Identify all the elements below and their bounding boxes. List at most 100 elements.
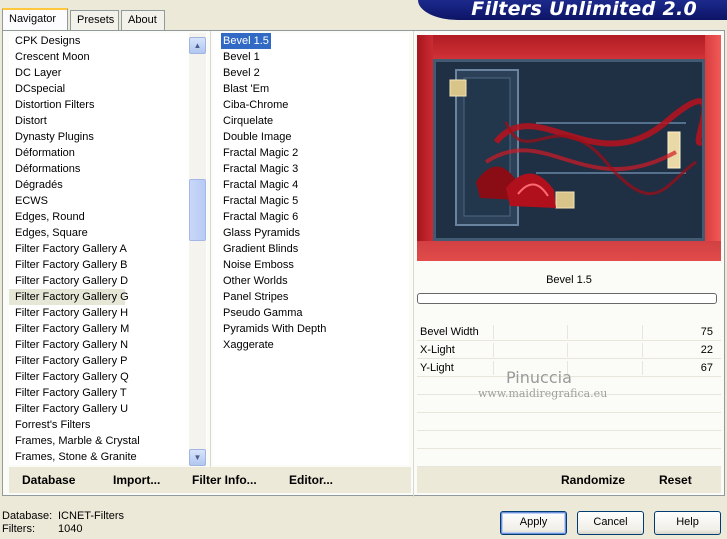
tab-about[interactable]: About [121,10,165,30]
scroll-thumb[interactable] [189,179,206,241]
category-item[interactable]: Edges, Square [9,225,207,241]
category-item[interactable]: Filter Factory Gallery H [9,305,207,321]
category-item[interactable]: DCspecial [9,81,207,97]
filter-item[interactable]: Pseudo Gamma [221,305,302,321]
category-item[interactable]: Filter Factory Gallery U [9,401,207,417]
param-label: Y-Light [420,362,454,374]
progress-bar [417,293,717,304]
settings-actions-bar: Randomize Reset [417,467,721,493]
tab-label: Presets [77,14,115,26]
category-scrollbar[interactable]: ▲ ▼ [189,33,206,466]
category-item[interactable]: Filter Factory Gallery A [9,241,207,257]
category-item[interactable]: Dégradés [9,177,207,193]
slider-tick [642,361,643,375]
category-item[interactable]: Filter Factory Gallery G [9,289,129,305]
category-item[interactable]: Filter Factory Gallery P [9,353,207,369]
category-list[interactable]: CPK Designs Crescent Moon DC Layer DCspecia… [9,33,207,465]
category-item[interactable]: Frames, Stone & Granite [9,449,207,465]
filter-item[interactable]: Fractal Magic 2 [221,145,298,161]
filter-item[interactable]: Fractal Magic 4 [221,177,298,193]
category-item[interactable]: Déformation [9,145,207,161]
category-item[interactable]: Filter Factory Gallery D [9,273,207,289]
database-value: ICNET-Filters [58,510,124,522]
param-label: Bevel Width [420,326,479,338]
tab-presets[interactable]: Presets [70,10,119,30]
filter-item[interactable]: Cirquelate [221,113,273,129]
chevron-up-icon[interactable]: ▲ [189,37,206,54]
param-row-bevel-width[interactable]: Bevel Width 75 [417,323,721,341]
param-row-empty [417,449,721,467]
filter-item[interactable]: Fractal Magic 3 [221,161,298,177]
filter-item[interactable]: Noise Emboss [221,257,294,273]
watermark-name: Pinuccia [506,368,572,387]
category-item[interactable]: Frames, Marble & Crystal [9,433,207,449]
param-row-empty [417,431,721,449]
editor-button[interactable]: Editor... [289,473,333,487]
filter-item[interactable]: Xaggerate [221,337,274,353]
filter-item[interactable]: Pyramids With Depth [221,321,326,337]
param-label: X-Light [420,344,455,356]
category-item[interactable]: Filter Factory Gallery N [9,337,207,353]
reset-button[interactable]: Reset [659,473,692,487]
slider-tick [493,361,494,375]
filter-item[interactable]: Glass Pyramids [221,225,300,241]
filter-item[interactable]: Double Image [221,129,292,145]
list-actions-bar: Database Import... Filter Info... Editor… [9,467,411,493]
preview-art-svg [436,62,708,238]
filters-count-label: Filters: [2,523,35,535]
filter-item[interactable]: Other Worlds [221,273,288,289]
apply-button[interactable]: Apply [500,511,567,535]
category-item[interactable]: Crescent Moon [9,49,207,65]
filter-item[interactable]: Bevel 2 [221,65,260,81]
category-item[interactable]: Filter Factory Gallery M [9,321,207,337]
category-item[interactable]: Edges, Round [9,209,207,225]
tab-label: About [128,14,157,26]
category-item[interactable]: Distort [9,113,207,129]
category-item[interactable]: DC Layer [9,65,207,81]
preview-frame [417,241,721,261]
filter-item[interactable]: Fractal Magic 6 [221,209,298,225]
param-row-empty [417,413,721,431]
category-item[interactable]: Déformations [9,161,207,177]
filters-count-value: 1040 [58,523,83,535]
category-item[interactable]: Forrest's Filters [9,417,207,433]
filter-item[interactable]: Blast 'Em [221,81,269,97]
category-item[interactable]: Distortion Filters [9,97,207,113]
slider-tick [642,343,643,357]
database-button[interactable]: Database [22,473,75,487]
import-button[interactable]: Import... [113,473,160,487]
category-item[interactable]: Filter Factory Gallery T [9,385,207,401]
tab-navigator[interactable]: Navigator [2,8,68,30]
app-title: Filters Unlimited 2.0 [471,0,697,20]
param-row-x-light[interactable]: X-Light 22 [417,341,721,359]
tab-label: Navigator [9,13,57,25]
filter-item[interactable]: Ciba-Chrome [221,97,288,113]
preview-image [417,35,721,261]
category-item[interactable]: Dynasty Plugins [9,129,207,145]
filter-list[interactable]: Bevel 1.5 Bevel 1 Bevel 2 Blast 'Em Ciba-Chr… [213,33,409,465]
param-value: 75 [700,326,713,338]
slider-tick [493,325,494,339]
main-panel: CPK Designs Crescent Moon DC Layer DCspecia… [2,30,725,497]
filter-item[interactable]: Gradient Blinds [221,241,298,257]
category-item[interactable]: Filter Factory Gallery B [9,257,207,273]
randomize-button[interactable]: Randomize [561,473,625,487]
filter-info-button[interactable]: Filter Info... [192,473,257,487]
help-button[interactable]: Help [654,511,721,535]
preview-artwork [433,59,708,241]
category-item[interactable]: Filter Factory Gallery Q [9,369,207,385]
category-item[interactable]: CPK Designs [9,33,207,49]
filter-item[interactable]: Fractal Magic 5 [221,193,298,209]
filter-item[interactable]: Panel Stripes [221,289,288,305]
app-banner: Filters Unlimited 2.0 [418,0,727,20]
slider-tick [493,343,494,357]
category-item[interactable]: ECWS [9,193,207,209]
chevron-down-icon[interactable]: ▼ [189,449,206,466]
cancel-button[interactable]: Cancel [577,511,644,535]
filter-item[interactable]: Bevel 1 [221,49,260,65]
slider-tick [567,325,568,339]
param-value: 67 [700,362,713,374]
param-value: 22 [700,344,713,356]
filter-item[interactable]: Bevel 1.5 [221,33,271,49]
parameter-list: Bevel Width 75 X-Light 22 Y-Light 67 [417,323,721,485]
